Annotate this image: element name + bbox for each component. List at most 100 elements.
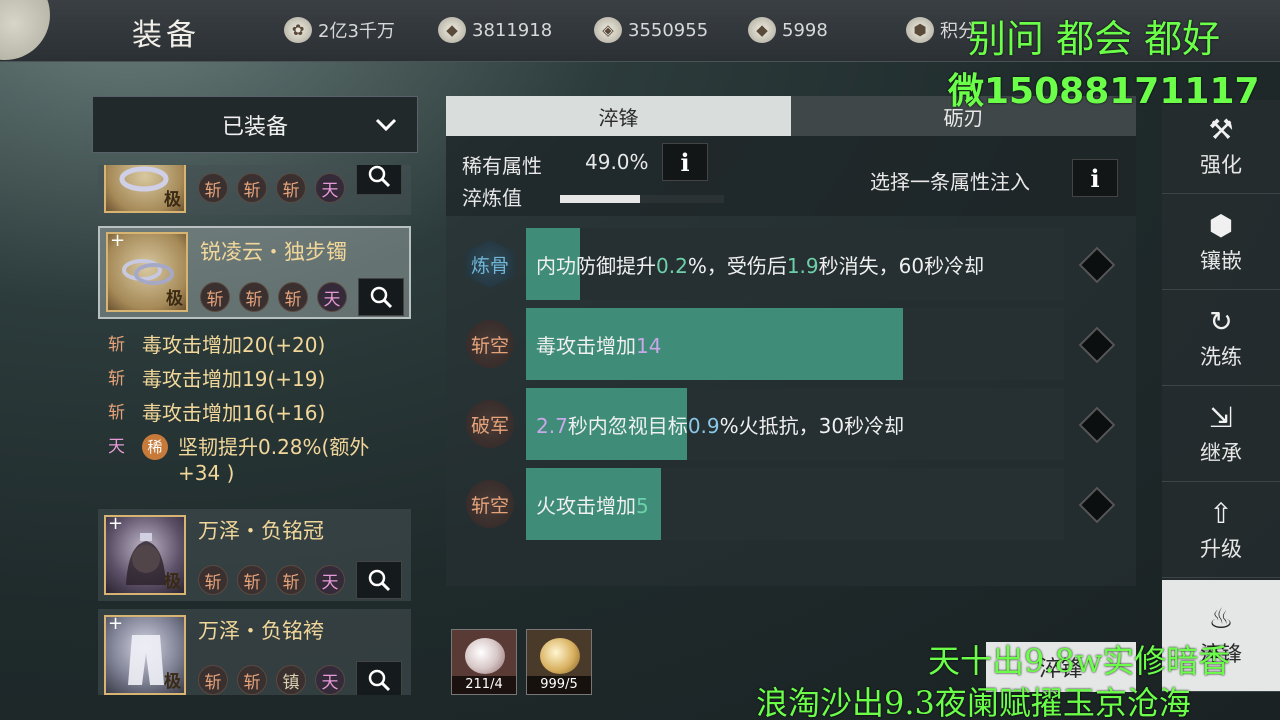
nav-enhance[interactable]: ⚒ 强化 (1162, 100, 1280, 194)
item-slots: 斩 斩 斩 天 (198, 173, 345, 203)
select-diamond-icon[interactable] (1078, 486, 1116, 524)
inspect-button[interactable] (358, 278, 404, 316)
slot-badge: 斩 (200, 282, 230, 312)
attribute-text-part: 2.7 (536, 414, 568, 438)
attribute-bar[interactable]: 2.7秒内忽视目标0.9%火抵抗，30秒冷却 (526, 388, 1064, 460)
grade-badge: 极 (164, 190, 181, 210)
select-attr-hint: 选择一条属性注入 (870, 170, 1030, 194)
attribute-bar[interactable]: 火攻击增加5 (526, 468, 1064, 540)
currency-points[interactable]: ⬢ 积分 (906, 17, 976, 43)
magnifier-icon (370, 286, 393, 309)
slot-badge: 天 (317, 282, 347, 312)
page-title: 装备 (132, 18, 200, 53)
overlay-text-2: 微15088171117 (948, 71, 1260, 112)
material-count: 999/5 (527, 676, 591, 694)
slot-badge: 斩 (198, 565, 228, 595)
attribute-text-part: 1.9 (786, 254, 819, 278)
item-slots: 斩 斩 斩 天 (198, 565, 345, 595)
attribute-text-part: 秒消失，60秒冷却 (818, 254, 985, 278)
attribute-bar[interactable]: 毒攻击增加14 (526, 308, 1064, 380)
attribute-text: 火攻击增加5 (536, 490, 649, 519)
nav-refine[interactable]: ↻ 洗练 (1162, 292, 1280, 386)
row-type-badge: 破军 (466, 400, 514, 448)
row-type-badge: 斩空 (466, 320, 514, 368)
nav-label: 升级 (1200, 536, 1242, 561)
gold-ingot-icon: ◆ (748, 17, 776, 43)
attribute-text-part: %火抵抗，30秒冷却 (719, 414, 905, 438)
slot-badge: 斩 (276, 173, 306, 203)
rare-attr-info-button[interactable]: i (662, 143, 708, 181)
item-thumbnail: + 极 (104, 615, 186, 695)
attribute-text: 毒攻击增加14 (536, 330, 661, 359)
item-slots: 斩 斩 镇 天 (198, 665, 345, 695)
stat-line: 天 稀 坚韧提升0.28%(额外+34 ) (108, 434, 408, 486)
row-type-badge: 斩空 (466, 480, 514, 528)
attribute-text-part: 秒内忽视目标 (567, 414, 688, 438)
nav-upgrade[interactable]: ⇧ 升级 (1162, 484, 1280, 578)
attribute-row[interactable]: 斩空 火攻击增加5 (446, 466, 1136, 542)
attribute-text-part: 14 (636, 334, 662, 358)
attribute-text-part: 0.2 (656, 254, 688, 278)
magnifier-icon (368, 165, 391, 188)
silver-ingot-icon: ◆ (438, 17, 466, 43)
refresh-icon: ↻ (1209, 304, 1233, 338)
slot-badge: 斩 (198, 665, 228, 695)
rare-attr-value: 49.0% (585, 150, 649, 174)
attribute-bar[interactable]: 内功防御提升0.2%，受伤后1.9秒消失，60秒冷却 (526, 228, 1064, 300)
select-diamond-icon[interactable] (1078, 246, 1116, 284)
slot-badge: 天 (315, 173, 345, 203)
attribute-row[interactable]: 炼骨 内功防御提升0.2%，受伤后1.9秒消失，60秒冷却 (446, 226, 1136, 302)
gem-icon: ⬢ (1208, 208, 1234, 242)
equipment-item[interactable]: + 极 万泽・负铭冠 斩 斩 斩 天 (98, 509, 411, 601)
points-icon: ⬢ (906, 17, 934, 43)
inspect-button[interactable] (356, 561, 402, 599)
nav-label: 继承 (1200, 440, 1242, 465)
coin-icon: ✿ (284, 17, 312, 43)
nav-inlay[interactable]: ⬢ 镶嵌 (1162, 196, 1280, 290)
nav-label: 镶嵌 (1200, 248, 1242, 273)
magnifier-icon (368, 569, 391, 592)
grade-badge: 极 (164, 672, 181, 692)
inherit-icon: ⇲ (1209, 400, 1233, 434)
stat-text: 毒攻击增加16(+16) (142, 401, 326, 425)
overlay-text-4: 浪淘沙出9.3夜阑赋擢玉京沧海 (756, 684, 1191, 720)
slot-badge: 斩 (276, 565, 306, 595)
moon-decoration (0, 0, 50, 60)
attribute-row[interactable]: 斩空 毒攻击增加14 (446, 306, 1136, 382)
equipment-item[interactable]: 极 斩 斩 斩 天 (98, 165, 411, 215)
nav-label: 洗练 (1200, 344, 1242, 369)
temper-progress-bar (560, 195, 724, 203)
item-thumbnail: + 极 (106, 232, 188, 312)
material-slot[interactable]: 211/4 (451, 629, 517, 695)
equipped-filter-dropdown[interactable]: 已装备 (92, 96, 418, 153)
grade-badge: 极 (166, 289, 183, 309)
tab-temper[interactable]: 淬锋 (446, 96, 791, 136)
nav-inherit[interactable]: ⇲ 继承 (1162, 388, 1280, 482)
item-name: 万泽・负铭袴 (198, 619, 324, 643)
overlay-text-1: 别问 都会 都好 (968, 17, 1221, 61)
select-diamond-icon[interactable] (1078, 406, 1116, 444)
select-attr-info-button[interactable]: i (1072, 159, 1118, 197)
stat-text: 毒攻击增加20(+20) (142, 333, 326, 357)
slot-tag: 斩 (108, 335, 125, 355)
inspect-button[interactable] (356, 661, 402, 695)
attribute-rows: 炼骨 内功防御提升0.2%，受伤后1.9秒消失，60秒冷却 斩空 毒攻击增加14… (446, 216, 1136, 586)
equipment-item-selected[interactable]: + 极 锐凌云・独步镯 斩 斩 斩 天 (98, 226, 411, 319)
currency-jade: ◈ 3550955 (594, 17, 708, 43)
slot-badge: 斩 (237, 173, 267, 203)
nav-label: 强化 (1200, 152, 1242, 177)
material-slot[interactable]: 999/5 (526, 629, 592, 695)
attribute-text: 内功防御提升0.2%，受伤后1.9秒消失，60秒冷却 (536, 250, 984, 279)
temper-progress-fill (560, 195, 641, 203)
attribute-text-part: 0.9 (687, 414, 720, 438)
select-diamond-icon[interactable] (1078, 326, 1116, 364)
grade-badge: 极 (164, 572, 181, 592)
currency-value: 3550955 (628, 19, 709, 41)
attribute-row[interactable]: 破军 2.7秒内忽视目标0.9%火抵抗，30秒冷却 (446, 386, 1136, 462)
inspect-button[interactable] (356, 165, 402, 195)
attribute-text-part: 毒攻击增加 (536, 334, 636, 358)
currency-gold: ◆ 5998 (748, 17, 828, 43)
item-thumbnail: 极 (104, 165, 186, 213)
stat-line: 斩 毒攻击增加16(+16) (108, 400, 408, 426)
equipment-item[interactable]: + 极 万泽・负铭袴 斩 斩 镇 天 (98, 609, 411, 695)
